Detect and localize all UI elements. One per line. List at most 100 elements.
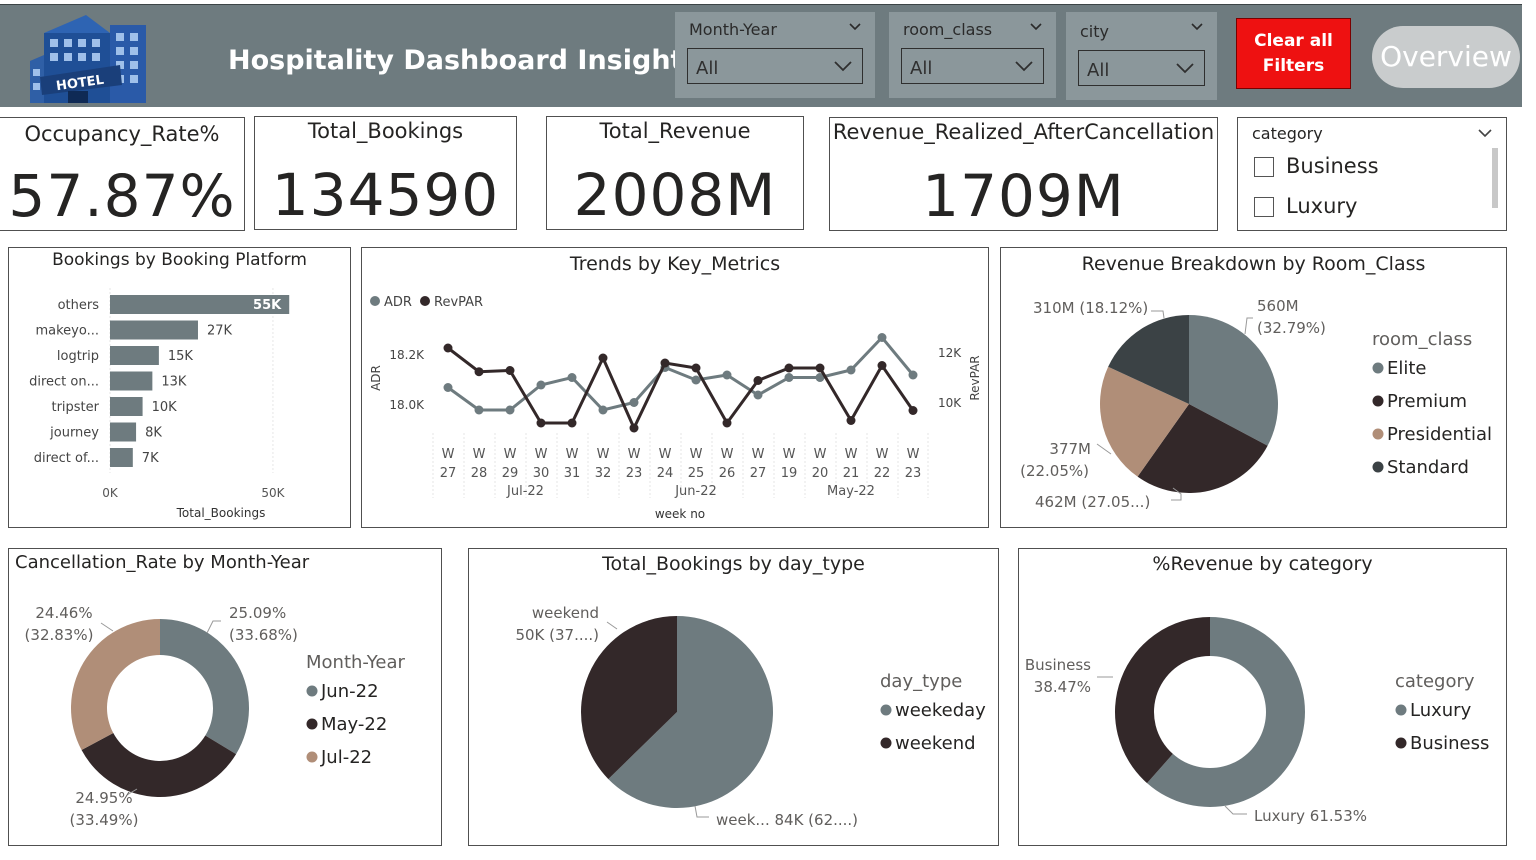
y-axis-title-right: RevPAR: [968, 355, 982, 400]
legend-title: category: [1395, 671, 1475, 692]
data-point-revpar: [629, 423, 639, 433]
pie-slice: [81, 733, 237, 797]
data-label: 25.09%: [229, 604, 286, 622]
y-axis-title-left: ADR: [369, 365, 383, 391]
x-tick-label: 19: [781, 466, 798, 481]
room-class-dropdown[interactable]: All: [901, 48, 1044, 84]
x-tick-letter: W: [845, 447, 858, 462]
x-tick-letter: W: [876, 447, 889, 462]
x-tick-label: 30: [533, 466, 550, 481]
legend-label: Luxury: [1410, 700, 1472, 721]
x-tick-letter: W: [814, 447, 827, 462]
scrollbar[interactable]: [1492, 148, 1498, 208]
x-tick-label: 26: [719, 466, 736, 481]
kpi-title: Total_Revenue: [599, 119, 751, 143]
checkbox-icon[interactable]: [1254, 157, 1274, 177]
data-point-adr: [536, 380, 546, 390]
slicer-value: All: [910, 58, 933, 79]
pie-slice: [1115, 617, 1210, 784]
data-point-adr: [784, 373, 794, 382]
bar-data-label: 8K: [145, 426, 162, 441]
data-point-adr: [846, 365, 856, 375]
hotel-logo-icon: HOTEL: [30, 15, 146, 103]
city-dropdown[interactable]: All: [1078, 50, 1205, 86]
city-slicer[interactable]: city All: [1066, 12, 1217, 100]
leader-line: [694, 805, 709, 818]
chevron-down-icon: [834, 61, 852, 72]
data-point-revpar: [474, 367, 484, 377]
kpi-value: 134590: [271, 161, 500, 229]
data-label: 377M: [1049, 440, 1091, 458]
chevron-down-icon: [1015, 61, 1033, 72]
clear-label-line2: Filters: [1262, 56, 1325, 76]
legend-marker: [880, 737, 892, 749]
data-point-adr: [629, 398, 639, 407]
kpi-total-revenue: Total_Revenue 2008M: [546, 116, 804, 230]
data-label: (33.49%): [70, 811, 139, 829]
data-label: Luxury 61.53%: [1254, 807, 1367, 825]
overview-button[interactable]: Overview: [1372, 26, 1520, 88]
x-tick-letter: W: [504, 447, 517, 462]
category-option-luxury[interactable]: Luxury: [1254, 194, 1357, 218]
bar-data-label: 7K: [142, 451, 159, 466]
chevron-down-icon[interactable]: [1030, 20, 1042, 32]
leader-line: [100, 622, 114, 632]
legend-marker: [1395, 704, 1407, 716]
data-label: weekend: [532, 604, 599, 622]
data-label: 462M (27.05...): [1035, 493, 1150, 511]
legend-label: Business: [1410, 733, 1489, 754]
data-point-adr: [598, 405, 608, 415]
x-tick-label: 20: [812, 466, 829, 481]
y-tick-label: 18.2K: [389, 348, 425, 362]
chevron-down-icon[interactable]: [1478, 128, 1492, 138]
x-tick-letter: W: [566, 447, 579, 462]
data-label: 38.47%: [1034, 678, 1091, 696]
slicer-label: Month-Year: [689, 20, 777, 39]
category-option-business[interactable]: Business: [1254, 154, 1379, 178]
chevron-down-icon[interactable]: [1191, 20, 1203, 32]
data-label: (22.05%): [1020, 462, 1089, 480]
kpi-value: 1709M: [922, 162, 1125, 230]
legend-label: Jul-22: [320, 747, 372, 768]
legend-label: Jun-22: [320, 681, 379, 702]
data-point-revpar: [753, 376, 763, 385]
clear-label-line1: Clear all: [1254, 31, 1333, 51]
month-year-slicer[interactable]: Month-Year All: [675, 12, 875, 98]
bar-data-label: 27K: [207, 324, 233, 339]
legend-label: Presidential: [1387, 424, 1492, 445]
kpi-title: Revenue_Realized_AfterCancellation: [832, 120, 1215, 144]
x-tick-letter: W: [752, 447, 765, 462]
data-label: (32.83%): [25, 626, 94, 644]
bar: [110, 422, 137, 442]
clear-all-filters-button[interactable]: Clear all Filters: [1236, 18, 1351, 89]
category-slicer[interactable]: category Business Luxury: [1237, 117, 1507, 231]
data-label: (32.79%): [1257, 319, 1326, 337]
room-class-pie-svg: 560M (32.79%) 462M (27.05...) 377M (22.05%) 3…: [1020, 297, 1492, 511]
bar: [110, 371, 153, 391]
y-tick-label: 18.0K: [389, 398, 425, 412]
x-group-label: Jul-22: [506, 484, 544, 499]
kpi-title: Total_Bookings: [307, 119, 464, 143]
data-label: 560M: [1257, 297, 1299, 315]
x-tick-label: 32: [595, 466, 612, 481]
data-label: 310M (18.12%): [1033, 299, 1148, 317]
chevron-down-icon[interactable]: [849, 20, 861, 32]
month-year-dropdown[interactable]: All: [687, 48, 863, 84]
bar-data-label: 13K: [161, 375, 187, 390]
legend-marker: [1372, 461, 1384, 473]
legend-label: weekeday: [895, 700, 986, 721]
option-label: Luxury: [1286, 194, 1358, 218]
checkbox-icon[interactable]: [1254, 197, 1274, 217]
x-tick-letter: W: [783, 447, 796, 462]
leader-line: [206, 620, 221, 634]
x-tick-label: 50K: [261, 486, 285, 500]
x-tick-letter: W: [597, 447, 610, 462]
data-label: 24.46%: [35, 604, 92, 622]
room-class-slicer[interactable]: room_class All: [889, 12, 1056, 98]
y-tick-label: 10K: [938, 396, 962, 410]
data-point-revpar: [877, 361, 887, 370]
data-point-adr: [908, 370, 918, 380]
leader-line: [1096, 443, 1112, 455]
x-group-label: Jun-22: [674, 484, 717, 499]
kpi-revenue-realized: Revenue_Realized_AfterCancellation 1709M: [829, 117, 1218, 231]
